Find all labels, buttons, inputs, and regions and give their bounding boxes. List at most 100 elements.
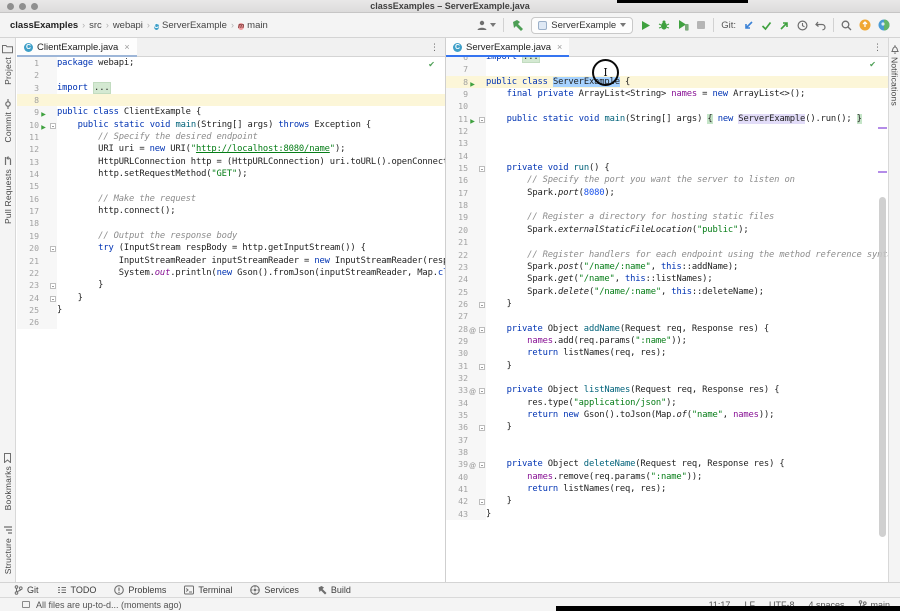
code-text[interactable]: }	[57, 292, 445, 304]
line-number[interactable]: 10	[446, 100, 468, 112]
gutter[interactable]: 34	[446, 397, 486, 409]
code-text[interactable]	[57, 69, 445, 81]
line-number[interactable]: 32	[446, 372, 468, 384]
tab-clientexample[interactable]: C ClientExample.java ×	[17, 38, 137, 56]
line-number[interactable]: 24	[446, 273, 468, 285]
gutter[interactable]: 8▶	[446, 76, 486, 88]
line-number[interactable]: 17	[17, 205, 39, 217]
gutter[interactable]: 26	[17, 316, 57, 328]
gutter[interactable]: 7	[446, 63, 486, 75]
gutter[interactable]: 25	[17, 304, 57, 316]
gutter[interactable]: 37	[446, 434, 486, 446]
line-number[interactable]: 39	[446, 458, 468, 470]
code-text[interactable]: Spark.get("/name", this::listNames);	[486, 273, 888, 285]
code-text[interactable]: }	[486, 421, 888, 433]
gutter[interactable]: 22	[446, 249, 486, 261]
gutter[interactable]: 33@	[446, 384, 486, 396]
gutter[interactable]: 41	[446, 483, 486, 495]
code-text[interactable]	[486, 446, 888, 458]
gutter[interactable]: 36	[446, 421, 486, 433]
line-number[interactable]: 15	[446, 162, 468, 174]
code-text[interactable]: // Make the request	[57, 193, 445, 205]
line-number[interactable]: 19	[17, 230, 39, 242]
fold-toggle-icon[interactable]	[48, 119, 57, 131]
code-text[interactable]: System.out.println(new Gson().fromJson(i…	[57, 267, 445, 279]
run-gutter-icon[interactable]: ▶	[468, 76, 477, 88]
fold-toggle-icon[interactable]	[477, 495, 486, 507]
run-with-coverage-button[interactable]	[677, 19, 689, 31]
tool-stripe-item-notifications[interactable]: Notifications	[890, 44, 900, 106]
code-text[interactable]	[486, 125, 888, 137]
line-number[interactable]: 13	[446, 137, 468, 149]
code-text[interactable]: final private ArrayList<String> names = …	[486, 88, 888, 100]
code-text[interactable]: }	[57, 304, 445, 316]
gutter[interactable]: 30	[446, 347, 486, 359]
code-text[interactable]: http.setRequestMethod("GET");	[57, 168, 445, 180]
code-text[interactable]: import ...	[57, 82, 445, 94]
code-text[interactable]: names.remove(req.params(":name"));	[486, 471, 888, 483]
gutter[interactable]: 21	[446, 236, 486, 248]
code-text[interactable]	[486, 434, 888, 446]
line-number[interactable]: 30	[446, 347, 468, 359]
gutter[interactable]: 12	[17, 143, 57, 155]
code-text[interactable]: }	[486, 508, 888, 520]
code-text[interactable]: // Specify the port you want the server …	[486, 174, 888, 186]
line-number[interactable]: 36	[446, 421, 468, 433]
gutter[interactable]: 18	[17, 217, 57, 229]
code-text[interactable]: private Object deleteName(Request req, R…	[486, 458, 888, 470]
line-number[interactable]: 40	[446, 471, 468, 483]
code-text[interactable]	[486, 150, 888, 162]
left-editor-body[interactable]: 1package webapi;23import ...89▶public cl…	[17, 57, 445, 582]
close-icon[interactable]: ×	[124, 42, 129, 52]
line-number[interactable]: 18	[17, 217, 39, 229]
line-number[interactable]: 27	[446, 310, 468, 322]
gutter[interactable]: 22	[17, 267, 57, 279]
vcs-status-text[interactable]: All files are up-to-d... (moments ago)	[36, 600, 182, 610]
gutter[interactable]: 39@	[446, 458, 486, 470]
code-text[interactable]	[57, 217, 445, 229]
line-number[interactable]: 22	[446, 249, 468, 261]
line-number[interactable]: 38	[446, 446, 468, 458]
line-number[interactable]: 12	[446, 125, 468, 137]
line-number[interactable]: 10	[17, 119, 39, 131]
line-number[interactable]: 7	[446, 63, 468, 75]
gutter[interactable]: 10▶	[17, 119, 57, 131]
toolwindow-button-services[interactable]: Services	[250, 585, 299, 595]
fold-toggle-icon[interactable]	[477, 323, 486, 335]
code-text[interactable]: Spark.port(8080);	[486, 187, 888, 199]
code-text[interactable]: public class ClientExample {	[57, 106, 445, 118]
line-number[interactable]: 41	[446, 483, 468, 495]
run-gutter-icon[interactable]: ▶	[39, 106, 48, 118]
code-text[interactable]	[486, 199, 888, 211]
more-options-icon[interactable]: ⋮	[867, 42, 888, 53]
gutter[interactable]: 10	[446, 100, 486, 112]
line-number[interactable]: 11	[446, 113, 468, 125]
line-number[interactable]: 8	[17, 94, 39, 106]
gutter[interactable]: 27	[446, 310, 486, 322]
code-text[interactable]: // Register a directory for hosting stat…	[486, 211, 888, 223]
fold-toggle-icon[interactable]	[477, 360, 486, 372]
code-text[interactable]: public static void main(String[] args) t…	[57, 119, 445, 131]
code-text[interactable]: return listNames(req, res);	[486, 347, 888, 359]
fold-toggle-icon[interactable]	[477, 162, 486, 174]
scrollbar-thumb[interactable]	[879, 197, 886, 537]
git-push-button[interactable]	[779, 20, 790, 31]
rollback-button[interactable]	[815, 20, 826, 31]
line-number[interactable]: 37	[446, 434, 468, 446]
code-text[interactable]	[486, 310, 888, 322]
code-text[interactable]: private Object listNames(Request req, Re…	[486, 384, 888, 396]
gutter[interactable]: 15	[17, 180, 57, 192]
line-number[interactable]: 34	[446, 397, 468, 409]
line-number[interactable]: 21	[17, 255, 39, 267]
gutter[interactable]: 31	[446, 360, 486, 372]
gutter[interactable]: 19	[17, 230, 57, 242]
gutter[interactable]: 32	[446, 372, 486, 384]
line-number[interactable]: 8	[446, 76, 468, 88]
line-number[interactable]: 12	[17, 143, 39, 155]
code-text[interactable]	[57, 94, 445, 106]
line-number[interactable]: 18	[446, 199, 468, 211]
tool-stripe-item-bookmarks[interactable]: Bookmarks	[3, 453, 13, 510]
gutter[interactable]: 25	[446, 286, 486, 298]
code-text[interactable]: // Specify the desired endpoint	[57, 131, 445, 143]
gutter[interactable]: 2	[17, 69, 57, 81]
